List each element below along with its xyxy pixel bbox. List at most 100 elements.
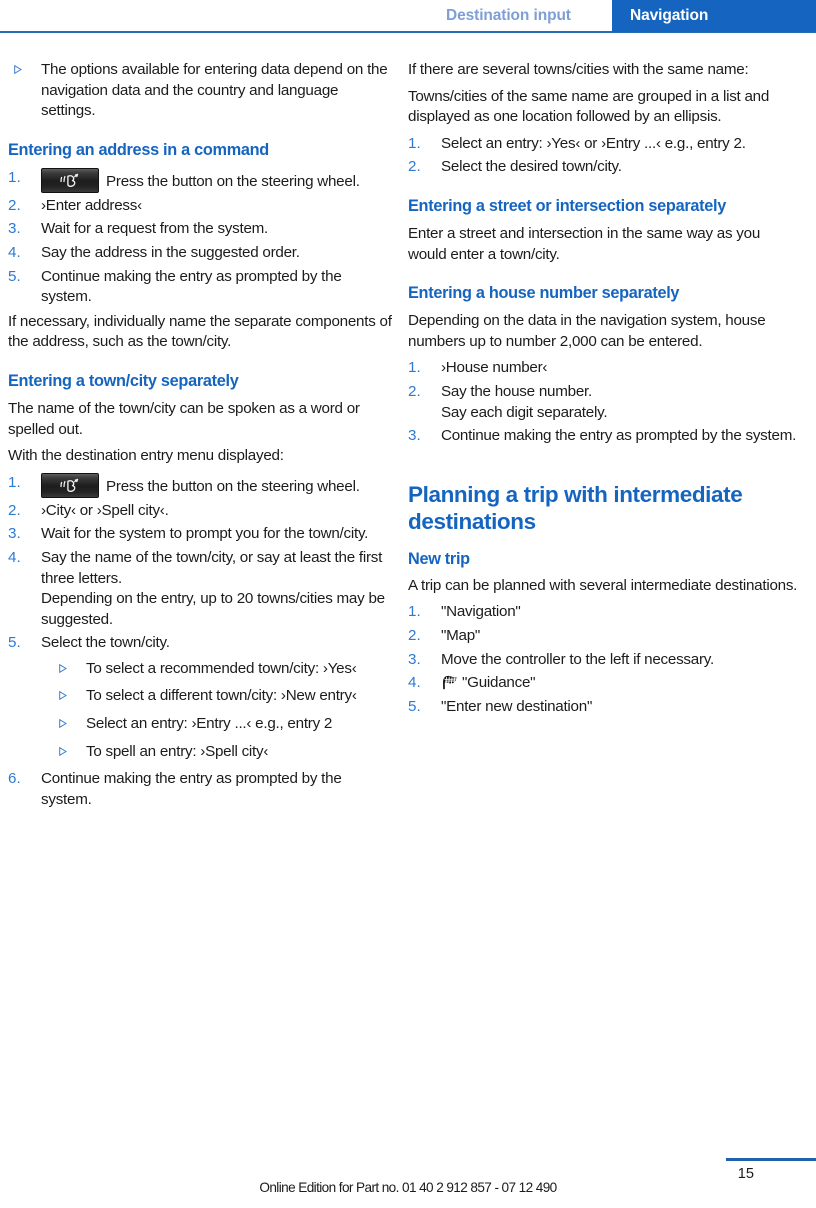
step-number: 5. [8, 634, 21, 652]
heading-street-intersection: Entering a street or intersection separa… [408, 196, 726, 215]
step-item: 3. Move the controller to the left if ne… [408, 650, 798, 671]
page-header: Destination input Navigation [0, 0, 816, 34]
steps-house-number: 1. ›House number‹ 2. Say the house numbe… [408, 358, 798, 446]
step-subtext: Depending on the entry, up to 20 towns/c… [41, 590, 385, 628]
tab-destination-input-label: Destination input [446, 6, 571, 24]
step-text: Continue making the entry as prompted by… [41, 267, 342, 306]
steps-same-name: 1. Select an entry: ›Yes‹ or ›Entry ...‹… [408, 134, 798, 178]
list-item: To spell an entry: ›Spell city‹ [41, 742, 394, 763]
step-item: 4. Say the name of the town/city, or say… [8, 548, 394, 630]
paragraph-town-spoken: The name of the town/city can be spoken … [8, 399, 360, 438]
step-number: 4. [408, 674, 421, 692]
step-number: 1. [8, 168, 21, 186]
right-column: If there are several towns/cities with t… [408, 60, 798, 721]
step-subtext: Say each digit separately. [441, 403, 608, 421]
list-item: Select an entry: ›Entry ...‹ e.g., entry… [41, 714, 394, 735]
step-item: 2. ›City‹ or ›Spell city‹. [8, 501, 394, 522]
paragraph-destination-menu: With the destination entry menu displaye… [8, 447, 284, 465]
tab-destination-input[interactable]: Destination input [430, 0, 612, 31]
step-number: 3. [8, 220, 21, 238]
substep-text: To select a recommended town/city: ›Yes‹ [86, 659, 357, 677]
footer-edition-note: Online Edition for Part no. 01 40 2 912 … [259, 1180, 557, 1195]
step-text: Continue making the entry as prompted by… [441, 427, 797, 445]
step-text: "Navigation" [441, 603, 521, 621]
step-number: 1. [408, 134, 421, 152]
heading-house-number: Entering a house number separately [408, 284, 680, 303]
step-text: Say the house number. [441, 382, 592, 400]
chapter-title-planning-trip: Planning a trip with intermediate destin… [408, 481, 743, 534]
step-number: 2. [8, 501, 21, 519]
substep-text: Select an entry: ›Entry ...‹ e.g., entry… [86, 715, 333, 733]
step-item: 1. "Navigation" [408, 602, 798, 623]
steps-new-trip: 1. "Navigation" 2. "Map" 3. Move the con… [408, 602, 798, 717]
step-number: 2. [408, 158, 421, 176]
step-item: 1. Select an entry: ›Yes‹ or ›Entry ...‹… [408, 134, 798, 155]
step-item: 3. Wait for the system to prompt you for… [8, 524, 394, 545]
triangle-bullet-icon [14, 65, 22, 74]
step-text: "Guidance" [462, 674, 536, 692]
step-number: 2. [8, 196, 21, 214]
step-item: 1. Press the button on the steering whee… [8, 472, 394, 498]
step-item: 5. Select the town/city. To select a rec… [8, 633, 394, 762]
step-number: 2. [408, 626, 421, 644]
step-number: 5. [408, 697, 421, 715]
step-text: Say the address in the suggested order. [41, 243, 300, 261]
step-item: 2. Say the house number. Say each digit … [408, 382, 798, 423]
heading-entering-town-city: Entering a town/city separately [8, 371, 239, 390]
step-text: Move the controller to the left if neces… [441, 650, 714, 668]
step-item: 1. ›House number‹ [408, 358, 798, 379]
substeps-select-town: To select a recommended town/city: ›Yes‹… [41, 659, 394, 762]
steps-entering-town-city: 1. Press the button on the steering whee… [8, 472, 394, 811]
step-number: 2. [408, 382, 421, 400]
step-text: Select the town/city. [41, 634, 170, 652]
step-text: ›House number‹ [441, 359, 548, 377]
intro-bullet-list: The options available for entering data … [8, 60, 394, 122]
step-number: 4. [8, 548, 21, 566]
intro-bullet-text: The options available for entering data … [41, 61, 388, 120]
checkered-flag-icon [441, 674, 458, 690]
step-item: 3. Continue making the entry as prompted… [408, 426, 798, 447]
list-item: To select a different town/city: ›New en… [41, 686, 394, 707]
step-number: 1. [408, 603, 421, 621]
step-text: Continue making the entry as prompted by… [41, 770, 342, 808]
paragraph-address-components: If necessary, individually name the sepa… [8, 312, 392, 351]
triangle-bullet-icon [59, 663, 67, 673]
step-number: 5. [8, 267, 21, 285]
step-item: 3. Wait for a request from the system. [8, 219, 394, 240]
speech-button-icon[interactable] [41, 167, 99, 193]
list-item: The options available for entering data … [8, 60, 394, 122]
triangle-bullet-icon [59, 691, 67, 701]
page-number-rule [726, 1158, 816, 1161]
step-number: 6. [8, 770, 21, 788]
step-item: 5. "Enter new destination" [408, 697, 798, 718]
step-text: Say the name of the town/city, or say at… [41, 548, 383, 587]
step-item: 2. ›Enter address‹ [8, 196, 394, 217]
step-text: ›Enter address‹ [41, 196, 142, 214]
step-text: Press the button on the steering wheel. [106, 477, 360, 495]
paragraph-new-trip: A trip can be planned with several inter… [408, 576, 798, 594]
step-text: ›City‹ or ›Spell city‹. [41, 501, 169, 519]
tab-navigation[interactable]: Navigation [612, 0, 816, 32]
step-item: 1. Press the button on the steering whee… [8, 167, 394, 193]
paragraph-same-name: If there are several towns/cities with t… [408, 61, 749, 78]
step-item: 2. "Map" [408, 626, 798, 647]
step-item: 6. Continue making the entry as prompted… [8, 769, 394, 810]
paragraph-grouped-list: Towns/cities of the same name are groupe… [408, 87, 770, 126]
step-number: 3. [8, 525, 21, 543]
steps-entering-address: 1. Press the button on the steering whee… [8, 167, 394, 308]
step-text: Select the desired town/city. [441, 158, 622, 176]
triangle-bullet-icon [59, 719, 67, 729]
triangle-bullet-icon [59, 746, 67, 756]
step-item: 5. Continue making the entry as prompted… [8, 267, 394, 308]
tab-navigation-label: Navigation [630, 7, 709, 24]
step-text: Wait for the system to prompt you for th… [41, 525, 369, 543]
step-number: 1. [408, 359, 421, 377]
step-item: 2. Select the desired town/city. [408, 157, 798, 178]
left-column: The options available for entering data … [8, 60, 394, 814]
step-text: Wait for a request from the system. [41, 220, 269, 238]
substep-text: To select a different town/city: ›New en… [86, 687, 357, 705]
paragraph-house-number: Depending on the data in the navigation … [408, 312, 766, 350]
step-item: 4. "Guidance" [408, 673, 798, 694]
step-item: 4. Say the address in the suggested orde… [8, 243, 394, 264]
speech-button-icon[interactable] [41, 472, 99, 498]
